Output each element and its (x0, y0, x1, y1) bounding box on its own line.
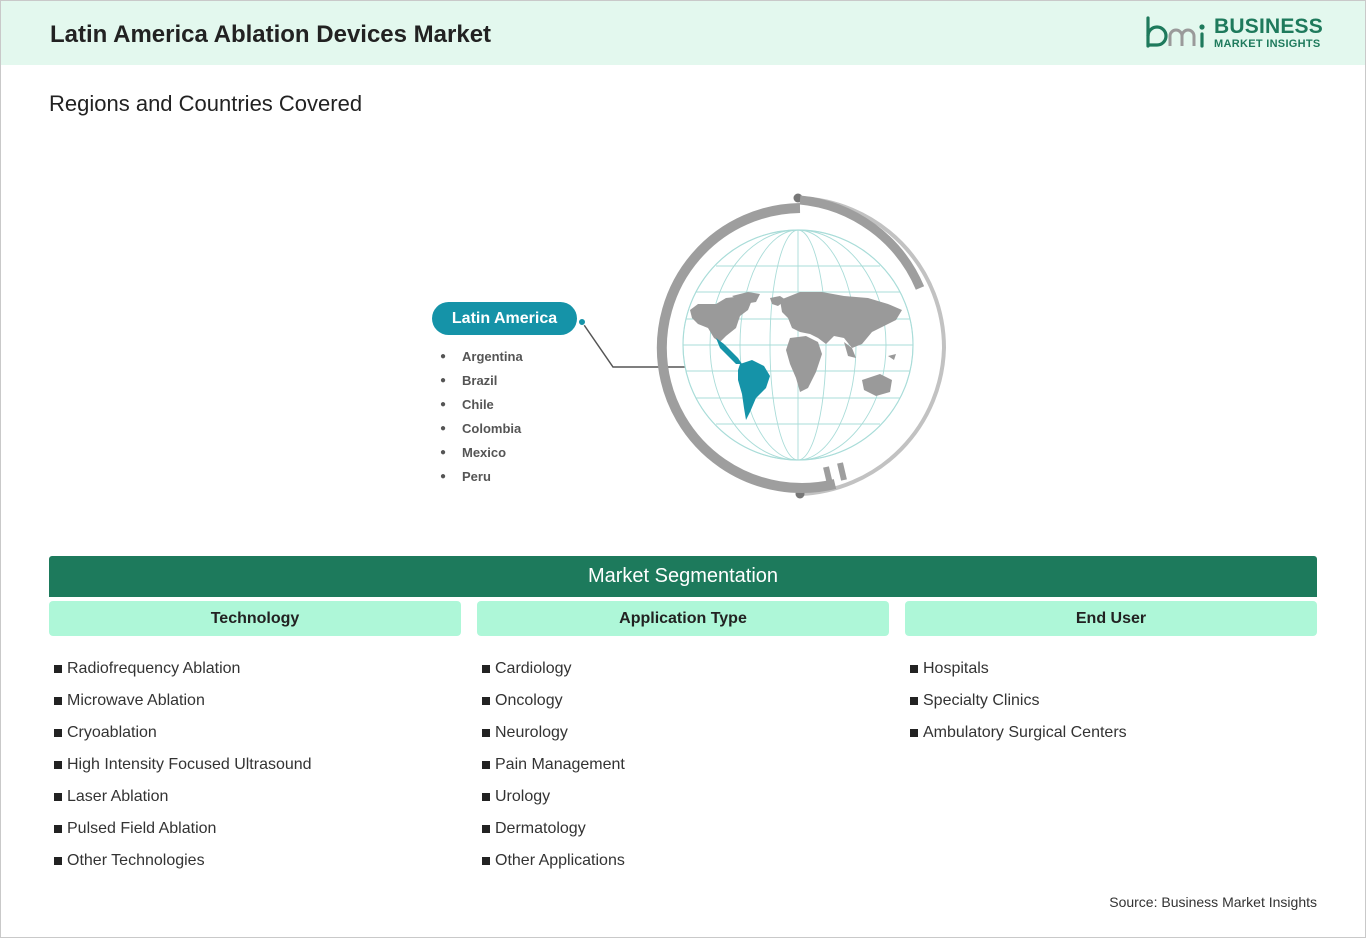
column-heading-technology: Technology (49, 601, 461, 636)
list-item: Neurology (477, 717, 625, 749)
list-item: Ambulatory Surgical Centers (905, 717, 1127, 749)
country-item: ● Colombia (440, 420, 522, 436)
country-item: ● Chile (440, 396, 494, 412)
list-item: Hospitals (905, 653, 1127, 685)
list-item: Cardiology (477, 653, 625, 685)
logo-tagline: MARKET INSIGHTS (1214, 38, 1321, 50)
company-logo: BUSINESS MARKET INSIGHTS (1144, 14, 1324, 54)
world-globe-icon (656, 193, 947, 499)
list-item: High Intensity Focused Ultrasound (49, 749, 312, 781)
logo-name: BUSINESS (1214, 15, 1323, 38)
application-type-list: Cardiology Oncology Neurology Pain Manag… (477, 653, 625, 877)
list-item: Pain Management (477, 749, 625, 781)
list-item: Cryoablation (49, 717, 312, 749)
list-item: Specialty Clinics (905, 685, 1127, 717)
list-item: Other Technologies (49, 845, 312, 877)
country-item: ● Brazil (440, 372, 498, 388)
page-title: Latin America Ablation Devices Market (50, 21, 492, 48)
list-item: Dermatology (477, 813, 625, 845)
country-item: ● Mexico (440, 444, 507, 460)
region-label: Latin America (432, 302, 577, 335)
list-item: Microwave Ablation (49, 685, 312, 717)
list-item: Laser Ablation (49, 781, 312, 813)
list-item: Pulsed Field Ablation (49, 813, 312, 845)
list-item: Radiofrequency Ablation (49, 653, 312, 685)
country-item: ● Argentina (440, 348, 523, 364)
list-item: Oncology (477, 685, 625, 717)
country-list: ● Argentina ● Brazil ● Chile ● Colombia ● Mex… (440, 344, 523, 488)
end-user-list: Hospitals Specialty Clinics Ambulatory S… (905, 653, 1127, 749)
column-heading-application-type: Application Type (477, 601, 889, 636)
source-note: Source: Business Market Insights (1109, 894, 1317, 910)
country-item: ● Peru (440, 468, 491, 484)
column-heading-end-user: End User (905, 601, 1317, 636)
segmentation-title: Market Segmentation (49, 556, 1317, 597)
bmi-logo-icon (1146, 16, 1205, 48)
technology-list: Radiofrequency Ablation Microwave Ablati… (49, 653, 312, 877)
section-title: Regions and Countries Covered (49, 91, 363, 116)
list-item: Other Applications (477, 845, 625, 877)
list-item: Urology (477, 781, 625, 813)
